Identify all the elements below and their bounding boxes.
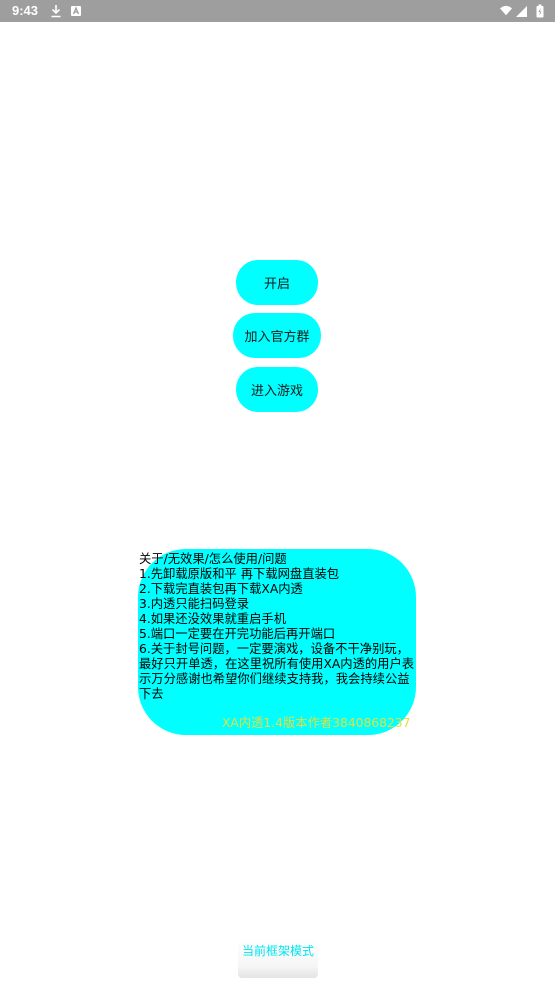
- a-icon: [71, 6, 81, 16]
- current-framework-mode-button[interactable]: 当前框架模式: [238, 938, 318, 978]
- status-time: 9:43: [12, 3, 39, 18]
- join-official-group-button[interactable]: 加入官方群: [233, 313, 321, 358]
- info-paragraph: 6.关于封号问题，一定要演戏，设备不干净别玩，最好只开单透，在这里祝所有使用XA…: [139, 642, 415, 701]
- info-line: 3.内透只能扫码登录: [139, 597, 250, 611]
- battery-icon: [536, 4, 544, 18]
- info-line: 关于/无效果/怎么使用/问题: [139, 552, 287, 566]
- signal-icon: [516, 6, 527, 17]
- info-line: 5.端口一定要在开完功能后再开端口: [139, 627, 336, 641]
- author-credit: XA内透1.4版本作者3840868237: [222, 716, 411, 730]
- start-button[interactable]: 开启: [236, 260, 318, 305]
- enter-game-button[interactable]: 进入游戏: [236, 367, 318, 412]
- info-line: 1.先卸载原版和平 再下载网盘直装包: [139, 567, 340, 581]
- download-icon: [51, 5, 61, 18]
- status-bar: 9:43: [0, 0, 555, 22]
- info-text: 关于/无效果/怎么使用/问题 1.先卸载原版和平 再下载网盘直装包 2.下载完直…: [139, 552, 419, 702]
- wifi-icon: [500, 5, 512, 16]
- app-screen: 9:43 开启 加入官方群 进入游戏 关于/无效果/怎么使用/问题 1.先卸载原…: [0, 0, 555, 986]
- info-line: 4.如果还没效果就重启手机: [139, 612, 286, 626]
- info-line: 2.下载完直装包再下载XA内透: [139, 582, 303, 596]
